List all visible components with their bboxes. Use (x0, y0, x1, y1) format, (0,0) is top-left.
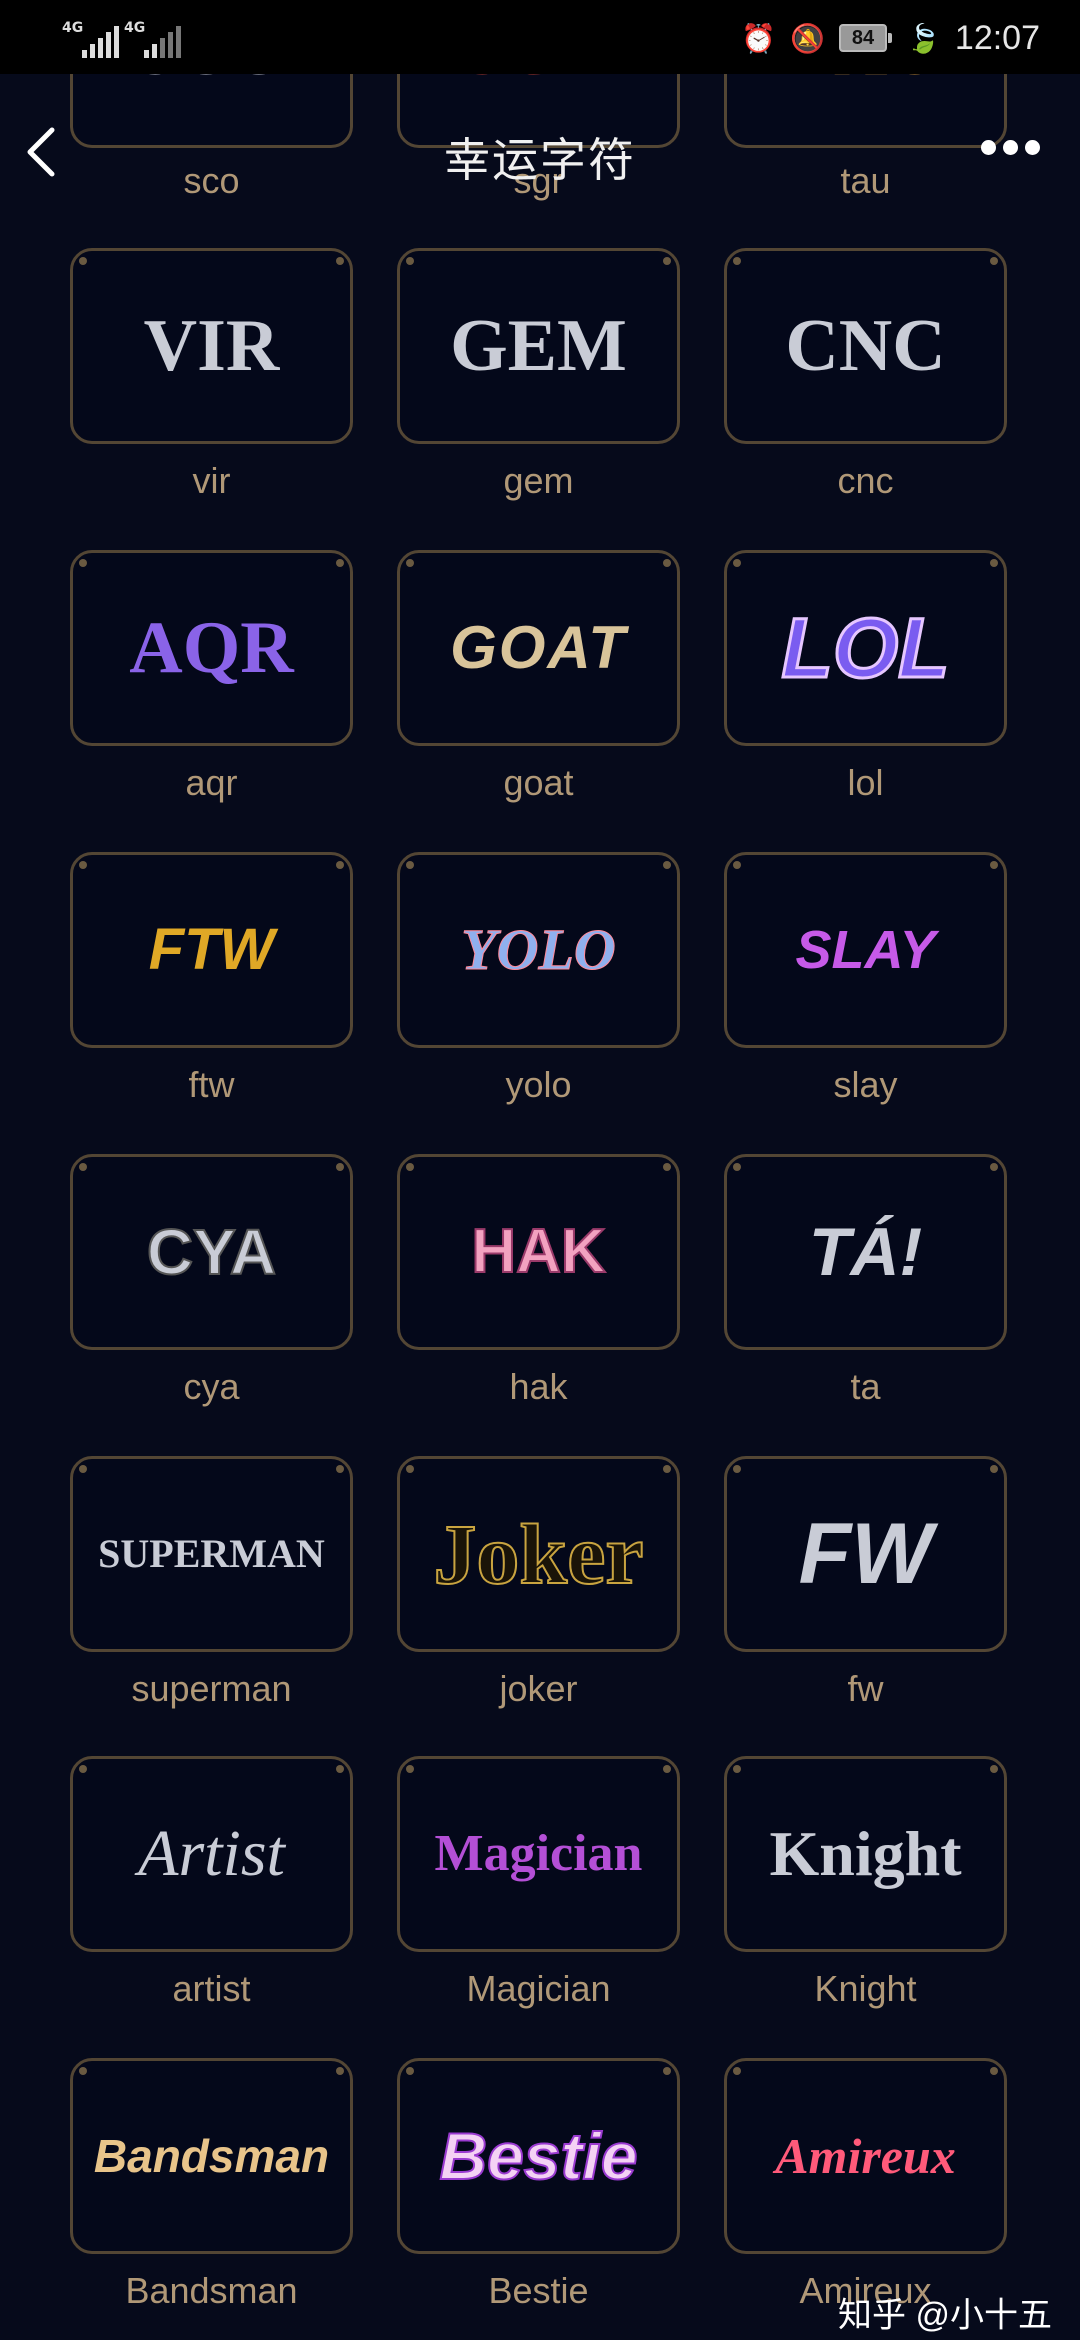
lucky-characters-grid: SCO sco SGR sgr TAU tau VIR vir GEM gem … (0, 0, 1080, 2340)
alarm-icon: ⏰ (741, 22, 777, 54)
watermark: 知乎 @小十五 (838, 2296, 1052, 2335)
character-label: Knight (814, 1968, 917, 2009)
character-card-superman[interactable]: SUPERMAN (70, 1456, 353, 1652)
character-card-aqr[interactable]: AQR (70, 550, 353, 746)
character-art: GEM (450, 305, 627, 387)
character-art: TÁ! (808, 1214, 923, 1290)
mute-bell-icon: 🔕 (790, 22, 826, 54)
character-card-lol[interactable]: LOL (724, 550, 1007, 746)
character-art: SUPERMAN (98, 1531, 325, 1576)
character-art: GOAT (450, 614, 627, 681)
character-label: ta (850, 1366, 881, 1407)
character-card-knight[interactable]: Knight (724, 1756, 1007, 1952)
character-label: aqr (185, 762, 238, 803)
clock: 12:07 (954, 18, 1040, 57)
character-card-hak[interactable]: HAK (397, 1154, 680, 1350)
character-label: cnc (837, 460, 894, 501)
character-art: CNC (785, 305, 946, 387)
character-label: artist (172, 1968, 251, 2009)
character-art: HAK (470, 1217, 606, 1286)
character-card-joker[interactable]: Joker (397, 1456, 680, 1652)
character-card-fw[interactable]: FW (724, 1456, 1007, 1652)
network-type: 4G (62, 20, 84, 36)
character-label: gem (503, 460, 574, 501)
character-art: CYA (146, 1216, 277, 1288)
character-label: goat (503, 762, 574, 803)
more-options-icon[interactable] (981, 140, 1040, 155)
character-label: hak (509, 1366, 568, 1407)
character-label: vir (192, 460, 231, 501)
character-card-slay[interactable]: SLAY (724, 852, 1007, 1048)
character-card-magician[interactable]: Magician (397, 1756, 680, 1952)
character-card-bandsman[interactable]: Bandsman (70, 2058, 353, 2254)
character-art: FTW (148, 917, 275, 982)
character-label: Magician (466, 1968, 611, 2009)
character-label: cya (183, 1366, 240, 1407)
character-art: VIR (143, 305, 280, 387)
character-art: FW (798, 1506, 933, 1602)
character-card-cnc[interactable]: CNC (724, 248, 1007, 444)
character-art: SLAY (795, 920, 936, 980)
leaf-icon: 🍃 (906, 22, 941, 54)
character-art: AQR (129, 607, 294, 689)
character-card-cya[interactable]: CYA (70, 1154, 353, 1350)
character-art: Amireux (775, 2128, 956, 2184)
character-art: Artist (138, 1817, 285, 1890)
character-card-yolo[interactable]: YOLO (397, 852, 680, 1048)
character-label: yolo (505, 1064, 572, 1105)
page-title: 幸运字符 (444, 134, 636, 186)
character-art: Joker (432, 1506, 644, 1602)
character-art: Bestie (438, 2119, 638, 2193)
character-card-bestie[interactable]: Bestie (397, 2058, 680, 2254)
battery-level: 84 (839, 24, 888, 52)
character-card-artist[interactable]: Artist (70, 1756, 353, 1952)
character-label: superman (131, 1668, 292, 1709)
character-card-ta[interactable]: TÁ! (724, 1154, 1007, 1350)
character-label: Bandsman (125, 2270, 298, 2311)
character-label: slay (833, 1064, 898, 1105)
character-label: ftw (188, 1064, 235, 1105)
status-bar: 4G 4G ⏰ 🔕 84 🍃 12:07 (0, 0, 1080, 74)
character-art: Bandsman (93, 2130, 330, 2182)
character-card-ftw[interactable]: FTW (70, 852, 353, 1048)
character-label: Bestie (488, 2270, 589, 2311)
character-card-gem[interactable]: GEM (397, 248, 680, 444)
character-art: LOL (780, 601, 951, 695)
battery-icon: 84 (839, 24, 893, 52)
character-card-vir[interactable]: VIR (70, 248, 353, 444)
character-card-amireux[interactable]: Amireux (724, 2058, 1007, 2254)
character-card-goat[interactable]: GOAT (397, 550, 680, 746)
character-art: Knight (769, 1818, 962, 1889)
character-art: Magician (434, 1825, 643, 1882)
network-type-2: 4G (124, 20, 146, 36)
character-label: fw (847, 1668, 884, 1709)
character-label: lol (847, 762, 884, 803)
character-art: YOLO (461, 917, 617, 982)
character-label: joker (499, 1668, 578, 1709)
